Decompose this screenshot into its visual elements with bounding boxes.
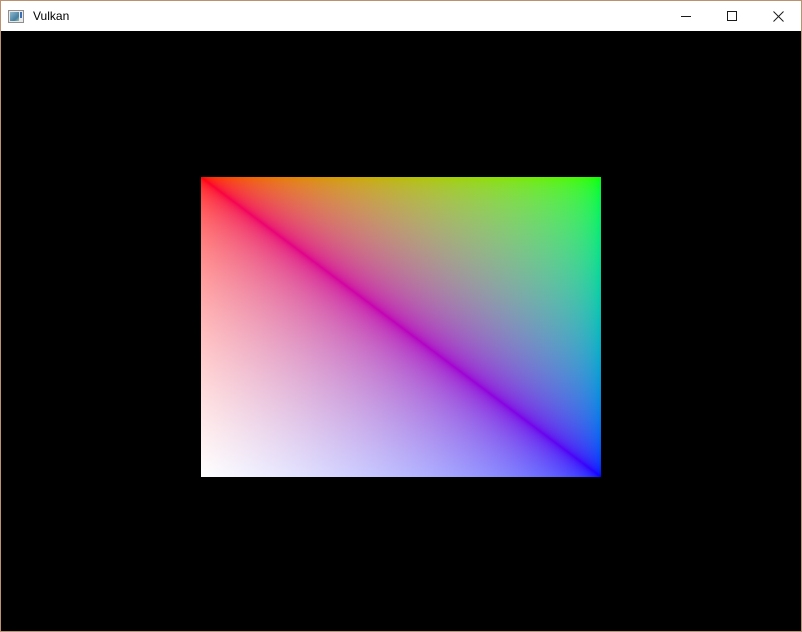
maximize-icon: [727, 11, 737, 21]
close-icon: [773, 11, 784, 22]
vulkan-window: Vulkan: [0, 0, 802, 632]
window-title: Vulkan: [33, 9, 69, 23]
close-button[interactable]: [755, 1, 801, 31]
titlebar[interactable]: Vulkan: [1, 1, 801, 31]
vulkan-render-quad: [201, 177, 601, 477]
minimize-icon: [681, 16, 691, 17]
client-area: [1, 31, 801, 631]
maximize-button[interactable]: [709, 1, 755, 31]
minimize-button[interactable]: [663, 1, 709, 31]
caption-buttons: [663, 1, 801, 31]
app-window-icon[interactable]: [8, 10, 24, 23]
